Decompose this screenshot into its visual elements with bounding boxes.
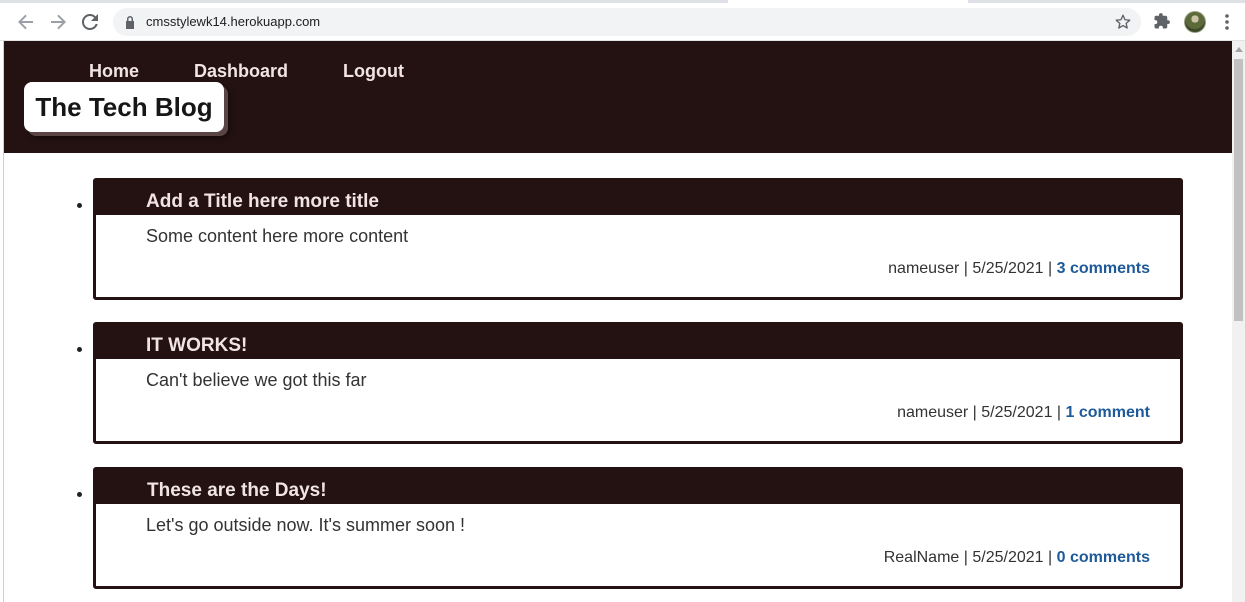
post-content: Let's go outside now. It's summer soon ! xyxy=(146,515,466,535)
post-meta: nameuser | 5/25/2021 | 3 comments xyxy=(888,260,1150,278)
back-arrow-icon[interactable] xyxy=(15,11,37,33)
lock-icon[interactable] xyxy=(124,15,136,29)
url-text[interactable]: cmsstylewk14.herokuapp.com xyxy=(146,14,320,29)
site-header: Home Dashboard Logout The Tech Blog xyxy=(4,41,1232,153)
comments-link[interactable]: 1 comment xyxy=(1066,404,1150,421)
post-title[interactable]: These are the Days! xyxy=(147,480,327,502)
post-author: RealName xyxy=(883,549,960,566)
post-card: These are the Days! Let's go outside now… xyxy=(77,467,1183,589)
list-bullet xyxy=(77,347,82,352)
nav-home-link[interactable]: Home xyxy=(89,61,139,82)
forward-arrow-icon[interactable] xyxy=(47,11,69,33)
post-header: Add a Title here more title xyxy=(96,181,1180,215)
post-title[interactable]: IT WORKS! xyxy=(146,335,247,357)
post-header: IT WORKS! xyxy=(96,325,1180,359)
meta-separator: | xyxy=(1048,549,1053,566)
post-meta: RealName | 5/25/2021 | 0 comments xyxy=(884,549,1150,567)
nav-dashboard-link[interactable]: Dashboard xyxy=(194,61,288,82)
list-bullet xyxy=(77,492,82,497)
meta-separator: | xyxy=(1048,260,1053,277)
post-date: 5/25/2021 xyxy=(981,404,1053,421)
nav-logout-link[interactable]: Logout xyxy=(343,61,404,82)
scroll-thumb[interactable] xyxy=(1234,59,1243,321)
comments-link[interactable]: 3 comments xyxy=(1057,260,1150,277)
brand-box: The Tech Blog xyxy=(24,82,224,132)
meta-separator: | xyxy=(972,404,977,421)
post-content: Can't believe we got this far xyxy=(146,370,367,390)
post-content: Some content here more content xyxy=(146,226,409,246)
post-card: Add a Title here more title Some content… xyxy=(77,178,1183,300)
post-author: nameuser xyxy=(888,260,960,277)
reload-icon[interactable] xyxy=(79,11,101,33)
meta-separator: | xyxy=(963,260,968,277)
comments-link[interactable]: 0 comments xyxy=(1057,549,1150,566)
post-title[interactable]: Add a Title here more title xyxy=(146,191,379,213)
star-icon[interactable] xyxy=(1114,13,1132,31)
post-meta: nameuser | 5/25/2021 | 1 comment xyxy=(897,404,1150,422)
scroll-up-arrow-icon[interactable] xyxy=(1235,47,1243,52)
tab-strip xyxy=(0,0,1245,3)
meta-separator: | xyxy=(1056,404,1062,421)
post-card: IT WORKS! Can't believe we got this far … xyxy=(77,322,1183,444)
site-title: The Tech Blog xyxy=(35,91,213,122)
site-nav: Home Dashboard Logout xyxy=(89,61,459,82)
browser-toolbar: cmsstylewk14.herokuapp.com xyxy=(0,0,1245,41)
puzzle-icon[interactable] xyxy=(1153,12,1171,30)
list-bullet xyxy=(77,203,82,208)
address-bar[interactable]: cmsstylewk14.herokuapp.com xyxy=(113,8,1141,36)
post-header: These are the Days! xyxy=(96,470,1180,504)
avatar[interactable] xyxy=(1184,11,1206,33)
post-author: nameuser xyxy=(897,404,969,421)
vertical-scrollbar[interactable] xyxy=(1232,41,1245,602)
meta-separator: | xyxy=(963,549,968,566)
kebab-menu-icon[interactable] xyxy=(1220,12,1234,32)
post-date: 5/25/2021 xyxy=(972,549,1044,566)
post-date: 5/25/2021 xyxy=(972,260,1044,277)
